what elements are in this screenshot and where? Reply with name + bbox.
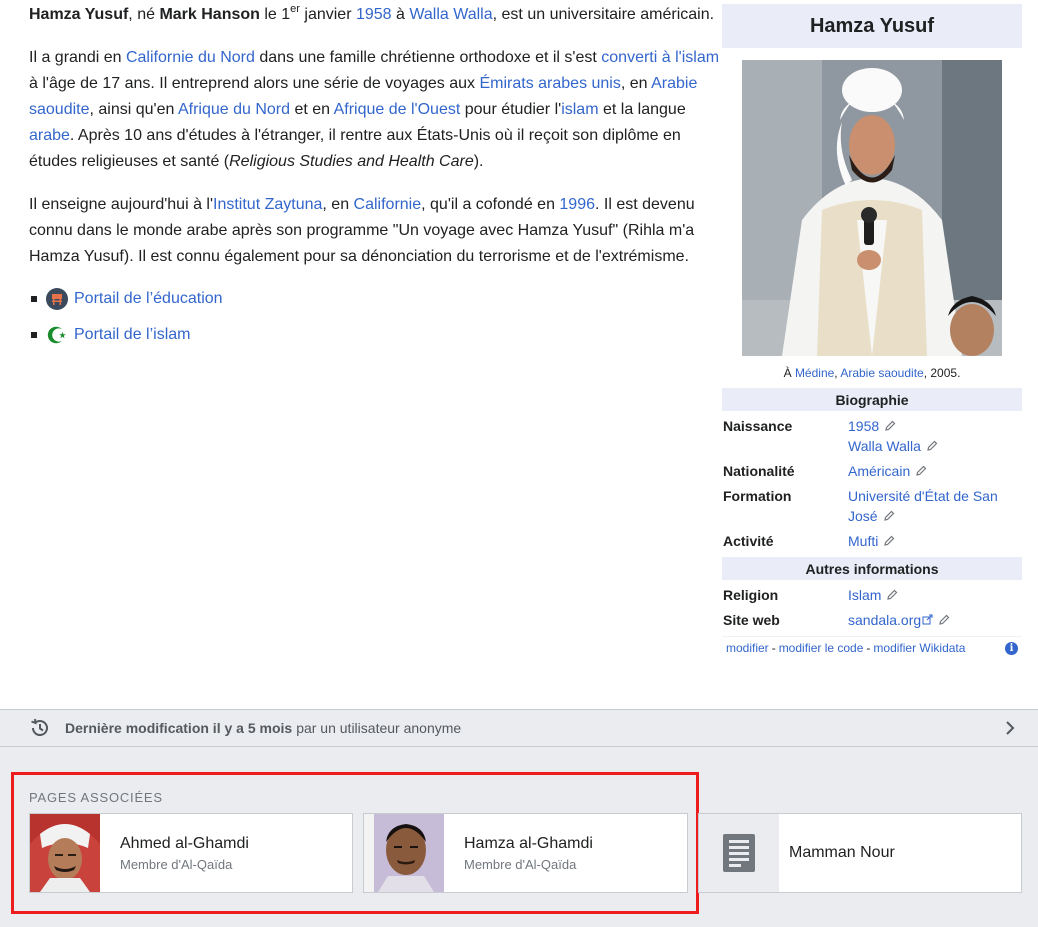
related-card-title: Hamza al-Ghamdi xyxy=(464,835,593,852)
link-afrique-ouest[interactable]: Afrique de l'Ouest xyxy=(334,101,461,118)
external-link-icon xyxy=(922,614,933,625)
link-portail-islam[interactable]: Portail de l’islam xyxy=(74,322,190,348)
related-card-description: Membre d'Al-Qaïda xyxy=(120,857,233,872)
section-header-biographie: Biographie xyxy=(722,388,1022,411)
link-portail-education[interactable]: Portail de l’éducation xyxy=(74,286,223,312)
article-placeholder-icon xyxy=(699,814,779,892)
education-portal-icon xyxy=(46,288,68,310)
related-card-ahmed-al-ghamdi[interactable]: Ahmed al-Ghamdi Membre d'Al-Qaïda xyxy=(29,813,353,893)
biography-paragraph: Il a grandi en Californie du Nord dans u… xyxy=(29,49,720,170)
label-naissance: Naissance xyxy=(723,418,793,434)
value-naissance: 1958 Walla Walla xyxy=(848,416,1022,456)
link-site-web[interactable]: sandala.org xyxy=(848,612,921,628)
link-afrique-du-nord[interactable]: Afrique du Nord xyxy=(178,101,290,118)
related-card-hamza-al-ghamdi[interactable]: Hamza al-Ghamdi Membre d'Al-Qaïda xyxy=(363,813,688,893)
islam-crescent-icon xyxy=(46,324,68,346)
related-pages-section: PAGES ASSOCIÉES Ahmed al-Ghamdi Membre d… xyxy=(0,747,1038,927)
infobox: Hamza Yusuf À Médine, Arabie saoudite, 2… xyxy=(722,4,1022,658)
photo-caption: À Médine, Arabie saoudite, 2005. xyxy=(783,366,961,380)
bullet-icon xyxy=(31,296,37,302)
link-californie-du-nord[interactable]: Californie du Nord xyxy=(126,49,255,66)
chevron-right-icon xyxy=(1006,721,1015,735)
link-emirats[interactable]: Émirats arabes unis xyxy=(479,75,620,92)
related-card-title: Mamman Nour xyxy=(789,844,895,861)
label-religion: Religion xyxy=(723,587,779,603)
pencil-icon[interactable] xyxy=(938,613,951,626)
link-birth-year[interactable]: 1958 xyxy=(848,418,879,434)
article-body: Hamza Yusuf, né Mark Hanson le 1er janvi… xyxy=(29,2,721,359)
link-converti-islam[interactable]: converti à l'islam xyxy=(601,49,719,66)
edit-link[interactable]: modifier xyxy=(726,641,769,655)
last-modified-bar[interactable]: Dernière modification il y a 5 mois par … xyxy=(0,709,1038,747)
last-modified-text: Dernière modification il y a 5 mois xyxy=(65,720,293,736)
info-icon[interactable]: i xyxy=(1005,642,1018,655)
portal-list: Portail de l’éducation Portail de l’isla… xyxy=(29,287,721,347)
pencil-icon[interactable] xyxy=(883,509,896,522)
link-institut-zaytuna[interactable]: Institut Zaytuna xyxy=(213,196,322,213)
pencil-icon[interactable] xyxy=(915,464,928,477)
link-walla-walla[interactable]: Walla Walla xyxy=(409,6,492,23)
row-religion: Religion Islam xyxy=(722,580,1022,605)
related-thumbnail xyxy=(364,814,444,892)
link-formation[interactable]: Université d'État de San José xyxy=(848,488,998,524)
history-icon xyxy=(31,718,48,736)
label-formation: Formation xyxy=(723,488,792,504)
link-nationalite[interactable]: Américain xyxy=(848,463,910,479)
portal-item-education: Portail de l’éducation xyxy=(29,287,721,311)
career-paragraph: Il enseigne aujourd'hui à l'Institut Zay… xyxy=(29,196,695,265)
infobox-title: Hamza Yusuf xyxy=(722,4,1022,48)
related-pages-heading: PAGES ASSOCIÉES xyxy=(29,790,163,805)
last-modified-author: par un utilisateur anonyme xyxy=(296,720,462,736)
link-1958[interactable]: 1958 xyxy=(356,6,392,23)
pencil-icon[interactable] xyxy=(926,439,939,452)
label-site-web: Site web xyxy=(723,612,780,628)
edit-code-link[interactable]: modifier le code xyxy=(779,641,864,655)
pencil-icon[interactable] xyxy=(883,534,896,547)
link-medine[interactable]: Médine xyxy=(795,366,834,380)
link-birth-place[interactable]: Walla Walla xyxy=(848,438,921,454)
link-islam[interactable]: islam xyxy=(561,101,598,118)
pencil-icon[interactable] xyxy=(884,419,897,432)
link-activite[interactable]: Mufti xyxy=(848,533,878,549)
pencil-icon[interactable] xyxy=(886,588,899,601)
link-1996[interactable]: 1996 xyxy=(559,196,595,213)
related-card-description: Membre d'Al-Qaïda xyxy=(464,857,577,872)
link-religion[interactable]: Islam xyxy=(848,587,881,603)
row-site-web: Site web sandala.org xyxy=(722,605,1022,630)
row-formation: Formation Université d'État de San José xyxy=(722,481,1022,526)
row-nationalite: Nationalité Américain xyxy=(722,456,1022,481)
portal-item-islam: Portail de l’islam xyxy=(29,323,721,347)
related-card-mamman-nour[interactable]: Mamman Nour xyxy=(698,813,1022,893)
link-californie[interactable]: Californie xyxy=(354,196,422,213)
intro-paragraph: Hamza Yusuf, né Mark Hanson le 1er janvi… xyxy=(29,2,715,23)
edit-wikidata-link[interactable]: modifier Wikidata xyxy=(873,641,965,655)
link-arabe[interactable]: arabe xyxy=(29,127,70,144)
related-thumbnail xyxy=(30,814,100,892)
related-card-title: Ahmed al-Ghamdi xyxy=(120,835,249,852)
row-activite: Activité Mufti xyxy=(722,526,1022,551)
section-header-autres-informations: Autres informations xyxy=(722,557,1022,580)
subject-name: Hamza Yusuf xyxy=(29,6,129,23)
label-nationalite: Nationalité xyxy=(723,463,795,479)
label-activite: Activité xyxy=(723,533,774,549)
bullet-icon xyxy=(31,332,37,338)
birth-name: Mark Hanson xyxy=(159,6,260,23)
row-naissance: Naissance 1958 Walla Walla xyxy=(722,411,1022,456)
link-arabie-saoudite-caption[interactable]: Arabie saoudite xyxy=(840,366,923,380)
portrait-photo[interactable] xyxy=(742,60,1002,356)
infobox-footer: modifier - modifier le code - modifier W… xyxy=(722,636,1022,658)
